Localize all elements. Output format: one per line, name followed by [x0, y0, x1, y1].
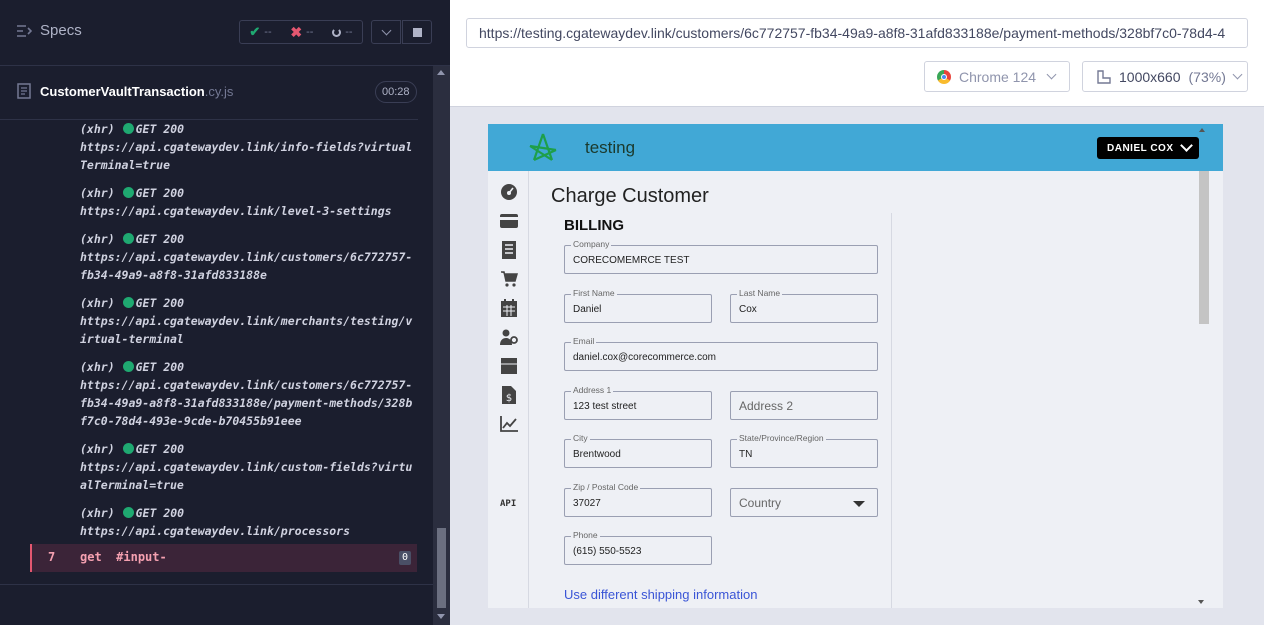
specs-list-icon [17, 24, 32, 37]
command-log: (xhr) GET 200 https://api.cgatewaydev.lin… [30, 120, 417, 550]
document-icon [17, 83, 31, 99]
calendar-icon[interactable] [499, 298, 519, 318]
collapse-button[interactable] [371, 20, 401, 44]
viewport-selector[interactable]: 1000x660 (73%) [1082, 61, 1248, 92]
spec-header: CustomerVaultTransaction.cy.js 00:28 [0, 66, 418, 120]
command-number: 7 [48, 550, 56, 564]
x-icon: ✖ [290, 23, 303, 40]
scrollbar-thumb[interactable] [1199, 171, 1209, 324]
ruler-icon [1097, 69, 1111, 84]
specs-toggle-button[interactable]: Specs [16, 22, 82, 39]
address2-field[interactable]: Address 2 [730, 391, 878, 420]
chrome-icon [937, 69, 951, 84]
log-entry[interactable]: (xhr) GET 200 https://api.cgatewaydev.lin… [80, 294, 415, 348]
first-name-field[interactable]: First Name Daniel [564, 288, 712, 323]
chevron-down-icon [1232, 69, 1243, 80]
billing-section-title: BILLING [564, 217, 624, 234]
company-field[interactable]: Company CORECOMEMRCE TEST [564, 239, 878, 274]
scroll-up-icon[interactable] [1199, 128, 1205, 132]
log-entry[interactable]: (xhr) GET 200 https://api.cgatewaydev.lin… [80, 440, 415, 494]
chevron-down-icon [1179, 139, 1193, 152]
aut-panel: https://testing.cgatewaydev.link/custome… [450, 0, 1264, 625]
logo-icon [529, 133, 557, 162]
stop-icon [412, 27, 422, 37]
divider [0, 584, 433, 585]
user-settings-icon[interactable] [499, 327, 519, 347]
cart-icon[interactable] [499, 269, 519, 289]
city-field[interactable]: City Brentwood [564, 433, 712, 468]
command-text: get #input- [80, 550, 167, 564]
email-field[interactable]: Email daniel.cox@corecommerce.com [564, 336, 878, 371]
zip-field[interactable]: Zip / Postal Code 37027 [564, 482, 712, 517]
runner-scrollbar[interactable] [433, 66, 450, 625]
success-dot [122, 297, 134, 308]
passed-stat: ✔ -- [249, 24, 272, 39]
side-nav: $ API [488, 171, 529, 608]
log-entry[interactable]: (xhr) GET 200 https://api.cgatewaydev.lin… [80, 358, 415, 430]
pending-stat: -- [332, 26, 353, 38]
log-entry[interactable]: (xhr) GET 200 https://api.cgatewaydev.lin… [80, 504, 415, 540]
brand-name: testing [585, 138, 636, 157]
pending-icon [332, 27, 342, 37]
scroll-down-icon[interactable] [437, 614, 445, 619]
box-icon[interactable] [499, 356, 519, 376]
app-viewport: testing DANIEL COX $ API Charge Customer… [488, 124, 1223, 608]
spec-file-name: CustomerVaultTransaction.cy.js [40, 84, 234, 99]
last-name-field[interactable]: Last Name Cox [730, 288, 878, 323]
svg-text:$: $ [506, 393, 512, 404]
log-entry[interactable]: (xhr) GET 200 https://api.cgatewaydev.lin… [80, 184, 415, 220]
success-dot [122, 361, 134, 372]
charge-customer-content: Charge Customer BILLING Company CORECOME… [529, 171, 1197, 608]
success-dot [122, 123, 134, 134]
test-stats: ✔ -- ✖ -- -- [239, 20, 363, 44]
aut-toolbar: https://testing.cgatewaydev.link/custome… [450, 0, 1264, 107]
cypress-runner-panel: Specs ✔ -- ✖ -- -- CustomerVaultTransact… [0, 0, 450, 625]
caret-down-icon [853, 501, 865, 507]
phone-field[interactable]: Phone (615) 550-5523 [564, 530, 712, 565]
failed-stat: ✖ -- [290, 23, 314, 40]
scroll-down-icon[interactable] [1198, 600, 1204, 604]
dashboard-icon[interactable] [499, 182, 519, 202]
success-dot [122, 443, 134, 454]
user-menu-button[interactable]: DANIEL COX [1097, 137, 1199, 159]
spec-duration-badge: 00:28 [375, 81, 417, 103]
state-field[interactable]: State/Province/Region TN [730, 433, 878, 468]
element-count-badge: 0 [399, 551, 411, 565]
use-different-shipping-link[interactable]: Use different shipping information [564, 587, 757, 602]
runner-topbar: Specs ✔ -- ✖ -- -- [0, 0, 450, 66]
success-dot [122, 187, 134, 198]
spec-file-ext: .cy.js [204, 84, 234, 99]
current-command-row[interactable]: 7 get #input- 0 [30, 544, 417, 572]
log-entry[interactable]: (xhr) GET 200 https://api.cgatewaydev.lin… [80, 230, 415, 284]
check-icon: ✔ [249, 24, 261, 39]
scrollbar-thumb[interactable] [437, 528, 446, 608]
aut-url-bar[interactable]: https://testing.cgatewaydev.link/custome… [466, 18, 1248, 48]
browser-selector[interactable]: Chrome 124 [924, 61, 1070, 92]
scroll-up-icon[interactable] [437, 70, 445, 75]
invoice-dollar-icon[interactable]: $ [499, 385, 519, 405]
page-title: Charge Customer [551, 185, 709, 207]
chevron-down-icon [381, 25, 391, 35]
divider [891, 213, 892, 608]
credit-card-icon[interactable] [499, 211, 519, 231]
address1-field[interactable]: Address 1 123 test street [564, 385, 712, 420]
stop-button[interactable] [402, 20, 432, 44]
specs-label: Specs [40, 22, 82, 39]
log-entry[interactable]: (xhr) GET 200 https://api.cgatewaydev.lin… [80, 120, 415, 174]
app-scrollbar[interactable] [1197, 124, 1223, 608]
nav-api-label[interactable]: API [500, 499, 516, 509]
app-header: testing DANIEL COX [488, 124, 1223, 171]
success-dot [122, 233, 134, 244]
success-dot [122, 507, 134, 518]
chart-line-icon[interactable] [499, 414, 519, 434]
receipt-icon[interactable] [499, 240, 519, 260]
country-select[interactable]: Country [730, 488, 878, 517]
chevron-down-icon [1046, 69, 1057, 80]
